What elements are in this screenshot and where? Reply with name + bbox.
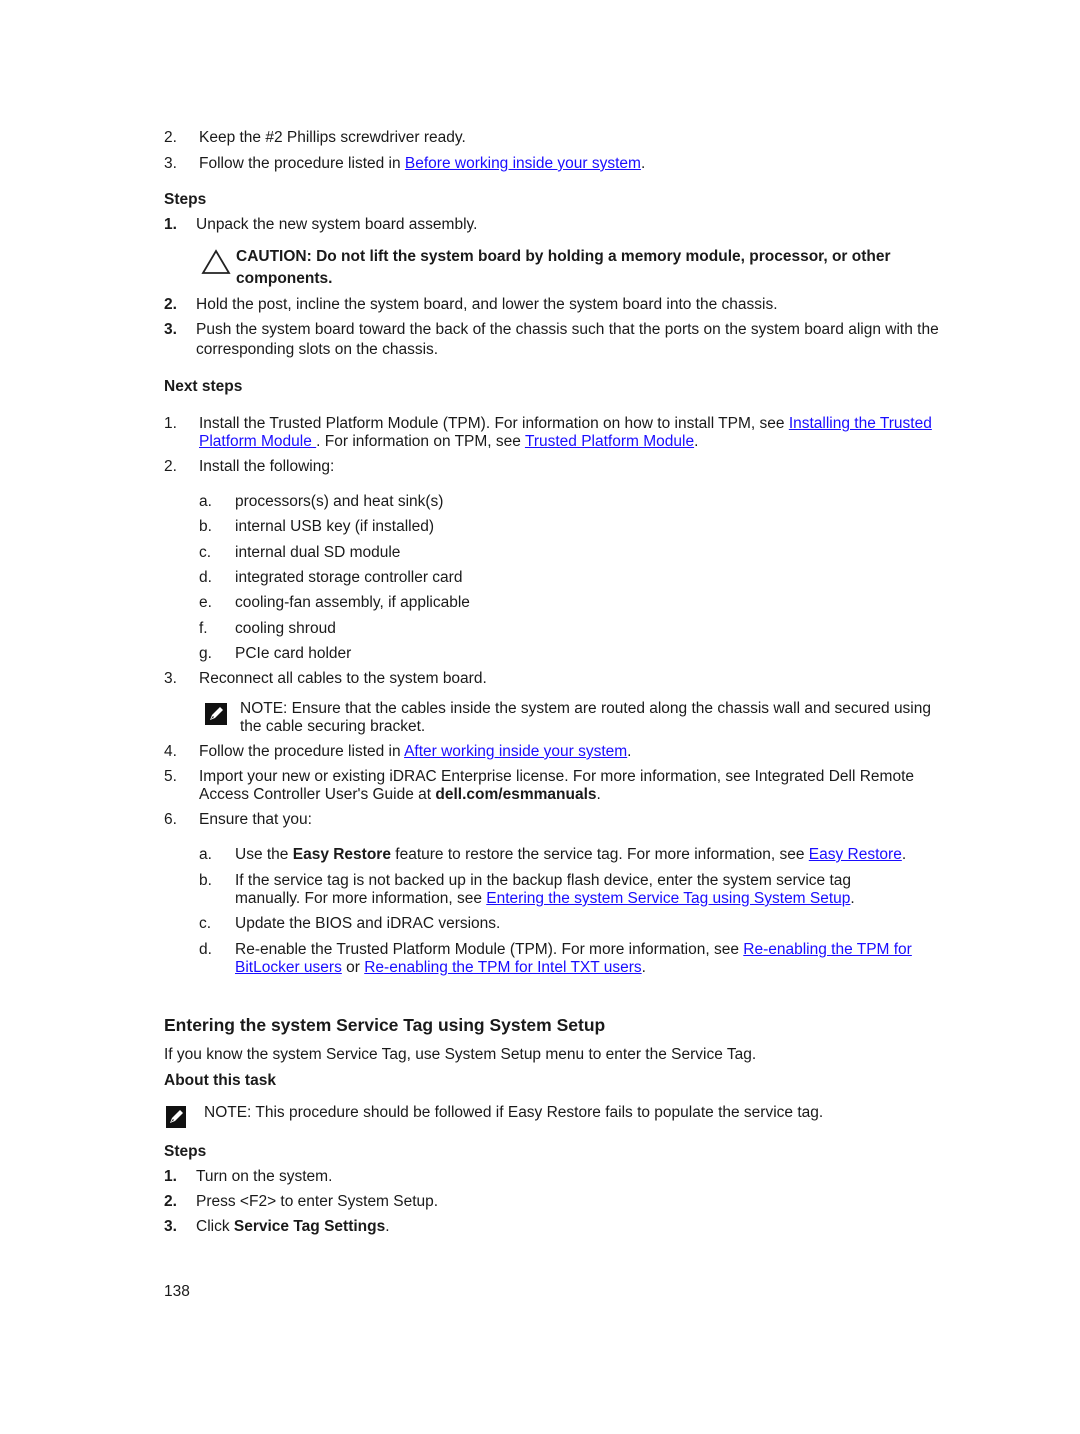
steps-heading: Steps	[164, 1143, 207, 1160]
step-text: Press <F2> to enter System Setup.	[196, 1193, 439, 1210]
bold-url: dell.com/esmmanuals	[435, 786, 597, 803]
text: or	[341, 959, 365, 976]
about-heading: About this task	[164, 1072, 276, 1089]
text: feature to restore the service tag. For …	[390, 846, 809, 863]
sub-letter: c.	[199, 544, 212, 561]
step-text: Unpack the new system board assembly.	[196, 216, 478, 233]
text: .	[596, 786, 601, 803]
note-label: NOTE:	[204, 1104, 252, 1121]
list-number: 2.	[164, 458, 177, 475]
text: Use the	[235, 846, 293, 863]
sub-item-text: cooling-fan assembly, if applicable	[235, 594, 470, 611]
text: Re-enable the Trusted Platform Module (T…	[235, 941, 744, 958]
sub-item-text: integrated storage controller card	[235, 569, 463, 586]
link-before-working[interactable]: Before working inside your system	[405, 155, 641, 172]
sub-letter: f.	[199, 620, 208, 637]
text: .	[385, 1218, 390, 1235]
list-number: 3.	[164, 670, 177, 687]
note-pencil-icon	[166, 1106, 186, 1128]
sub-item-text: Update the BIOS and iDRAC versions.	[235, 915, 501, 932]
step-number: 3.	[164, 1218, 177, 1235]
bold-text: Easy Restore	[292, 846, 391, 863]
sub-letter: b.	[199, 518, 212, 535]
note-text: NOTE: Ensure that the cables inside the …	[240, 700, 950, 736]
bold-text: Service Tag Settings	[233, 1218, 386, 1235]
step-number: 3.	[164, 321, 177, 338]
note-text: NOTE: This procedure should be followed …	[204, 1104, 823, 1122]
text: Ensure that the cables inside the system…	[240, 700, 931, 735]
sub-letter: d.	[199, 941, 212, 958]
text: .	[901, 846, 907, 863]
text: .	[694, 433, 699, 450]
steps-heading: Steps	[164, 191, 207, 208]
caution-triangle-icon	[201, 249, 231, 275]
sub-item-text: PCIe card holder	[235, 645, 352, 662]
list-item-text: Ensure that you:	[199, 811, 312, 828]
sub-letter: a.	[199, 846, 212, 863]
sub-item: Re-enable the Trusted Platform Module (T…	[235, 941, 950, 977]
text: . For information on TPM, see	[316, 433, 525, 450]
sub-item-text: processors(s) and heat sink(s)	[235, 493, 444, 510]
list-item: Follow the procedure listed in After wor…	[199, 743, 949, 761]
text: .	[641, 959, 646, 976]
text: This procedure should be followed if Eas…	[251, 1104, 824, 1121]
sub-letter: g.	[199, 645, 212, 662]
list-item-text: Reconnect all cables to the system board…	[199, 670, 487, 687]
sub-letter: b.	[199, 872, 212, 889]
link-easy-restore[interactable]: Easy Restore	[809, 846, 902, 863]
text: Click	[196, 1218, 234, 1235]
list-number: 2.	[164, 129, 177, 146]
list-number: 4.	[164, 743, 177, 760]
list-number: 3.	[164, 155, 177, 172]
sub-letter: a.	[199, 493, 212, 510]
text: Follow the procedure listed in	[199, 743, 405, 760]
text: Install the Trusted Platform Module (TPM…	[199, 415, 789, 432]
step-item: Click Service Tag Settings.	[196, 1217, 956, 1237]
sub-letter: e.	[199, 594, 212, 611]
note-pencil-icon	[205, 703, 227, 725]
link-reenable-tpm-intel-txt[interactable]: Re-enabling the TPM for Intel TXT users	[364, 959, 641, 976]
caution-text: CAUTION: Do not lift the system board by…	[236, 248, 891, 287]
list-item: Install the Trusted Platform Module (TPM…	[199, 415, 939, 451]
next-steps-heading: Next steps	[164, 378, 243, 395]
sub-letter: c.	[199, 915, 212, 932]
link-entering-service-tag[interactable]: Entering the system Service Tag using Sy…	[486, 890, 850, 907]
list-item: Import your new or existing iDRAC Enterp…	[199, 768, 919, 804]
list-item: Follow the procedure listed in Before wo…	[199, 155, 949, 173]
sub-item-text: internal dual SD module	[235, 544, 401, 561]
list-number: 6.	[164, 811, 177, 828]
sub-item-text: cooling shroud	[235, 620, 336, 637]
text: .	[850, 890, 855, 907]
list-number: 5.	[164, 768, 177, 785]
sub-item: If the service tag is not backed up in t…	[235, 872, 915, 908]
sub-item-text: internal USB key (if installed)	[235, 518, 434, 535]
sub-item: Use the Easy Restore feature to restore …	[235, 846, 955, 864]
section-title: Entering the system Service Tag using Sy…	[164, 1015, 606, 1035]
text: Follow the procedure listed in	[199, 155, 405, 172]
step-text: Turn on the system.	[196, 1168, 333, 1185]
text: .	[627, 743, 632, 760]
link-after-working[interactable]: After working inside your system	[404, 743, 627, 760]
step-number: 2.	[164, 296, 177, 313]
sub-letter: d.	[199, 569, 212, 586]
section-intro: If you know the system Service Tag, use …	[164, 1046, 757, 1063]
link-trusted-platform-module[interactable]: Trusted Platform Module	[525, 433, 694, 450]
step-text: Hold the post, incline the system board,…	[196, 296, 778, 313]
step-number: 2.	[164, 1193, 177, 1210]
step-text: Push the system board toward the back of…	[196, 321, 939, 358]
list-item-text: Keep the #2 Phillips screwdriver ready.	[199, 129, 466, 146]
step-number: 1.	[164, 1168, 177, 1185]
step-number: 1.	[164, 216, 177, 233]
list-item-text: Install the following:	[199, 458, 335, 475]
text: .	[640, 155, 646, 172]
list-number: 1.	[164, 415, 177, 432]
note-label: NOTE:	[240, 700, 288, 717]
page-number: 138	[164, 1283, 190, 1300]
